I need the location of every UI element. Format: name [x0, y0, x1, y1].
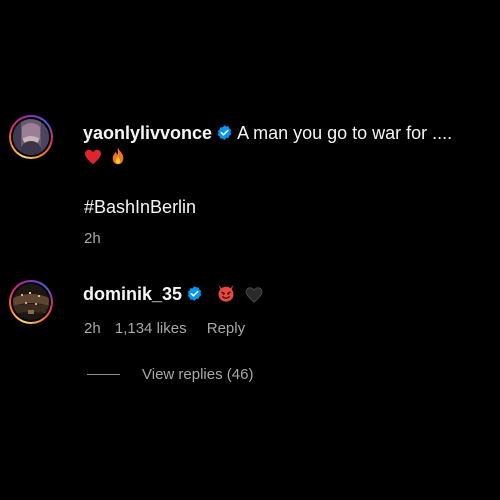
verified-badge-icon [187, 286, 202, 301]
comment-header: yaonlylivvonce A man you go to war for .… [83, 122, 452, 144]
comment-hashtag[interactable]: #BashInBerlin [84, 196, 196, 218]
verified-badge-icon [217, 125, 232, 140]
black-heart-icon [245, 287, 263, 303]
comment-username[interactable]: dominik_35 [83, 284, 182, 304]
comment-text: A man you go to war for .... [237, 123, 453, 143]
comment-meta: 2h 1,134 likes Reply [84, 320, 255, 338]
view-replies-button[interactable]: View replies (46) [87, 366, 253, 383]
comment-meta: 2h [84, 230, 111, 248]
comment-timestamp: 2h [84, 320, 101, 337]
smiling-devil-icon [218, 284, 234, 302]
avatar-image [13, 284, 49, 320]
comment-emojis [84, 147, 126, 169]
comment-header: dominik_35 [83, 283, 263, 305]
view-replies-label: View replies (46) [142, 366, 254, 383]
likes-count[interactable]: 1,134 likes [115, 320, 187, 337]
divider-line [87, 374, 120, 375]
comment-username[interactable]: yaonlylivvonce [83, 123, 212, 143]
avatar-image [13, 119, 49, 155]
comment-timestamp: 2h [84, 230, 101, 247]
red-heart-icon [85, 149, 101, 165]
reply-button[interactable]: Reply [207, 320, 245, 337]
avatar-gap [11, 117, 51, 157]
avatar[interactable] [9, 280, 53, 324]
fire-icon [113, 147, 124, 165]
avatar[interactable] [9, 115, 53, 159]
avatar-gap [11, 282, 51, 322]
